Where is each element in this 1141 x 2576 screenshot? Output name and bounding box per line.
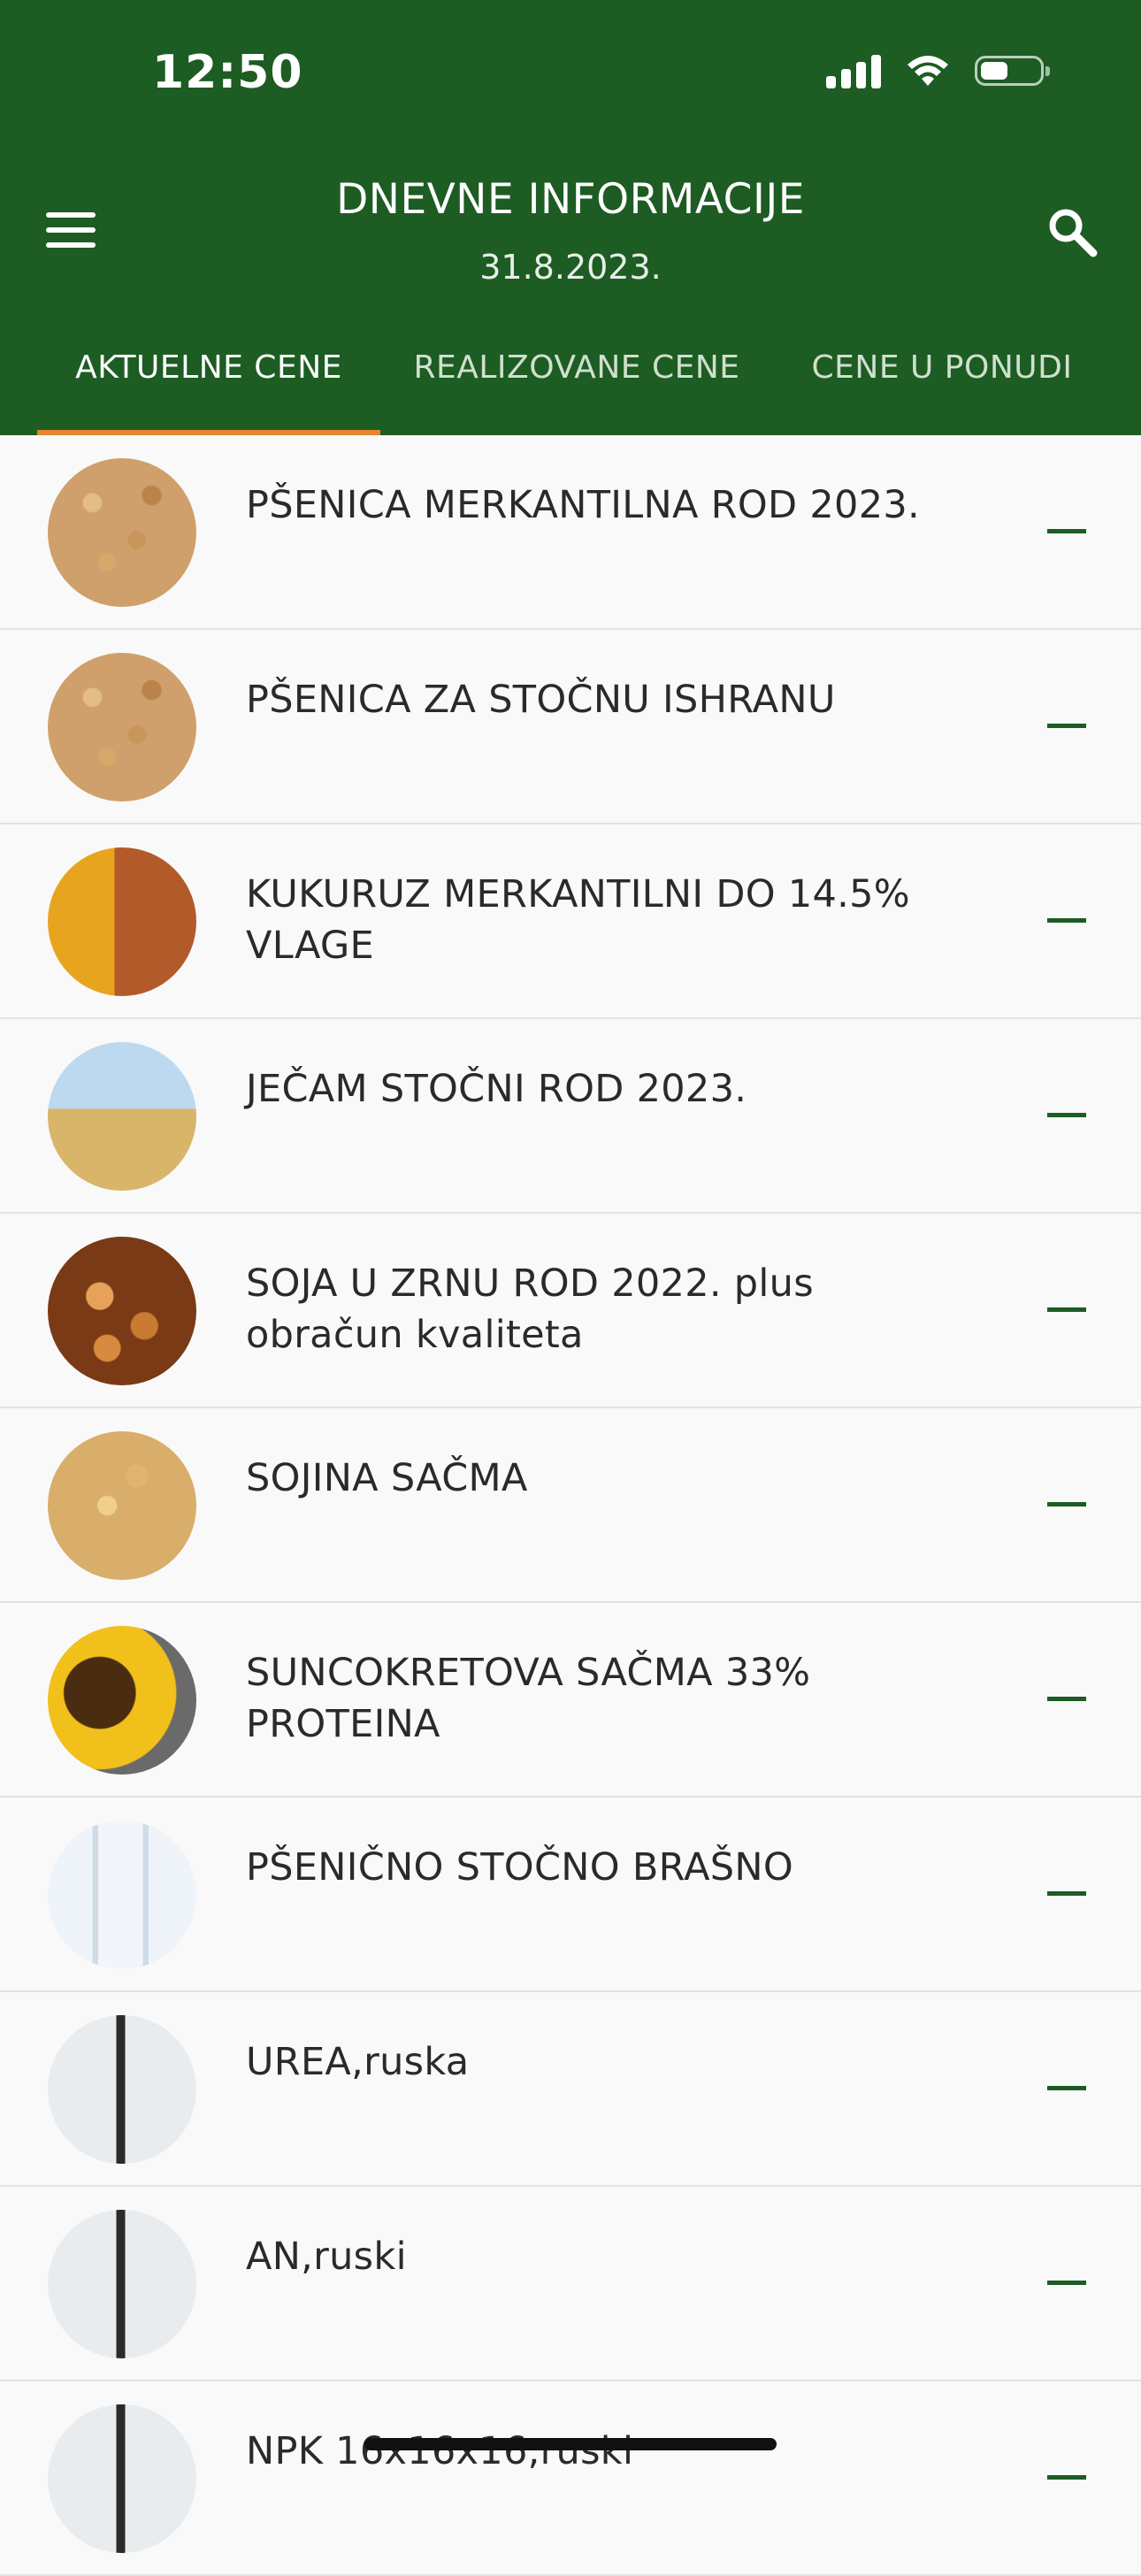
- price-placeholder-dash: [1047, 1307, 1086, 1312]
- product-name: PŠENICA ZA STOČNU ISHRANU: [246, 678, 836, 722]
- search-icon: [1049, 209, 1098, 257]
- wheat-image: [48, 653, 196, 801]
- product-name: PŠENIČNO STOČNO BRAŠNO: [246, 1845, 794, 1890]
- status-time: 12:50: [152, 46, 303, 99]
- price-placeholder-dash: [1047, 529, 1086, 533]
- price-placeholder-dash: [1047, 2281, 1086, 2285]
- product-name: SUNCOKRETOVA SAČMA 33% PROTEINA: [246, 1651, 811, 1746]
- status-icons: [826, 53, 1050, 88]
- list-item[interactable]: SOJA U ZRNU ROD 2022. plus obračun kvali…: [0, 1214, 1141, 1408]
- page-title: DNEVNE INFORMACIJE: [336, 175, 805, 224]
- cellular-signal-icon: [826, 53, 881, 88]
- list-item[interactable]: KUKURUZ MERKANTILNI DO 14.5% VLAGE: [0, 824, 1141, 1019]
- list-item[interactable]: NPK 16x16x16,ruski: [0, 2381, 1141, 2576]
- price-placeholder-dash: [1047, 1113, 1086, 1117]
- app-header: 12:50 DNEVNE INFORMACIJE 31.8.2023. AKTU…: [0, 0, 1141, 435]
- wheat-image: [48, 458, 196, 607]
- price-placeholder-dash: [1047, 2086, 1086, 2090]
- product-name: NPK 16x16x16,ruski: [246, 2429, 634, 2473]
- tab-aktuelne-cene[interactable]: AKTUELNE CENE: [37, 341, 380, 435]
- product-name: SOJA U ZRNU ROD 2022. plus obračun kvali…: [246, 1261, 814, 1357]
- barley-image: [48, 1042, 196, 1191]
- corn-image: [48, 847, 196, 996]
- product-name: AN,ruski: [246, 2235, 407, 2279]
- product-name: JEČAM STOČNI ROD 2023.: [246, 1067, 747, 1111]
- product-name: UREA,ruska: [246, 2040, 470, 2084]
- page-date: 31.8.2023.: [479, 248, 662, 287]
- list-item[interactable]: SOJINA SAČMA: [0, 1408, 1141, 1603]
- price-placeholder-dash: [1047, 1502, 1086, 1506]
- price-placeholder-dash: [1047, 1891, 1086, 1896]
- price-placeholder-dash: [1047, 2475, 1086, 2480]
- fertilizer-bags-image: [48, 2015, 196, 2164]
- list-item[interactable]: PŠENICA ZA STOČNU ISHRANU: [0, 630, 1141, 824]
- list-item[interactable]: AN,ruski: [0, 2187, 1141, 2381]
- wifi-icon: [907, 56, 948, 86]
- price-placeholder-dash: [1047, 724, 1086, 728]
- tab-cene-u-ponudi[interactable]: CENE U PONUDI: [778, 341, 1106, 435]
- product-name: SOJINA SAČMA: [246, 1456, 528, 1500]
- price-placeholder-dash: [1047, 918, 1086, 923]
- fertilizer-bags-image: [48, 2210, 196, 2358]
- price-list: PŠENICA MERKANTILNA ROD 2023. PŠENICA ZA…: [0, 435, 1141, 2576]
- soybean-image: [48, 1237, 196, 1385]
- battery-icon: [975, 56, 1050, 86]
- price-placeholder-dash: [1047, 1697, 1086, 1701]
- product-name: PŠENICA MERKANTILNA ROD 2023.: [246, 483, 920, 527]
- list-item[interactable]: PŠENIČNO STOČNO BRAŠNO: [0, 1798, 1141, 1992]
- list-item[interactable]: SUNCOKRETOVA SAČMA 33% PROTEINA: [0, 1603, 1141, 1798]
- fertilizer-bags-image: [48, 2404, 196, 2553]
- list-item[interactable]: JEČAM STOČNI ROD 2023.: [0, 1019, 1141, 1214]
- soybean-meal-image: [48, 1431, 196, 1580]
- flour-bags-image: [48, 1821, 196, 1969]
- list-item[interactable]: UREA,ruska: [0, 1992, 1141, 2187]
- search-button[interactable]: [1042, 202, 1104, 264]
- product-name: KUKURUZ MERKANTILNI DO 14.5% VLAGE: [246, 872, 910, 968]
- tab-bar: AKTUELNE CENE REALIZOVANE CENE CENE U PO…: [0, 341, 1141, 435]
- sunflower-image: [48, 1626, 196, 1775]
- home-indicator: [364, 2438, 777, 2450]
- tab-realizovane-cene[interactable]: REALIZOVANE CENE: [400, 341, 754, 435]
- list-item[interactable]: PŠENICA MERKANTILNA ROD 2023.: [0, 435, 1141, 630]
